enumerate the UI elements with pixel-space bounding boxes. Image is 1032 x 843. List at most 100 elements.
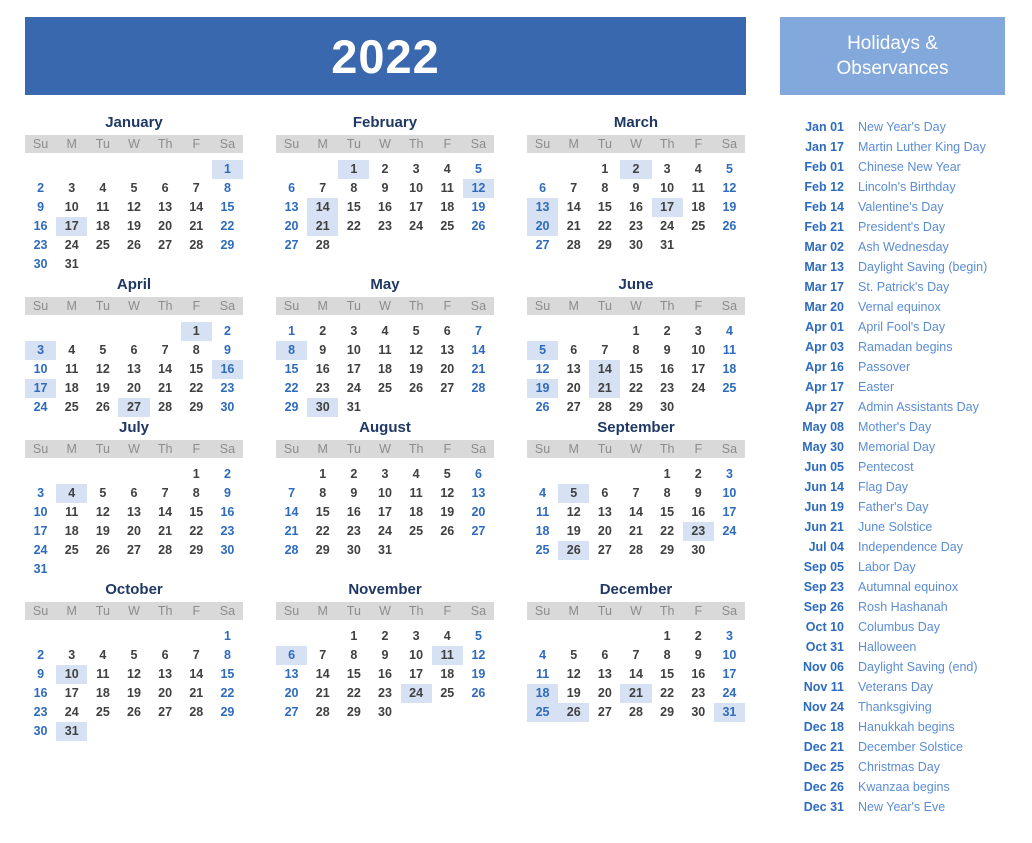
day-cell[interactable]: 5 [463,160,494,179]
day-cell[interactable]: 28 [181,236,212,255]
day-cell[interactable]: 10 [401,646,432,665]
day-cell[interactable]: 16 [683,503,714,522]
day-cell[interactable]: 14 [150,503,181,522]
day-cell[interactable]: 15 [181,503,212,522]
day-cell-holiday[interactable]: 11 [431,646,463,665]
day-cell[interactable]: 30 [212,541,243,560]
day-cell[interactable]: 12 [714,179,745,198]
day-cell[interactable]: 22 [212,684,243,703]
holiday-row[interactable]: Apr 27 Admin Assistants Day [792,400,1005,420]
day-cell[interactable]: 3 [714,627,745,646]
day-cell[interactable]: 26 [527,398,558,417]
holiday-row[interactable]: Jun 21 June Solstice [792,520,1005,540]
day-cell[interactable]: 24 [683,379,714,398]
day-cell[interactable]: 18 [527,522,558,541]
day-cell[interactable]: 10 [25,503,56,522]
day-cell-holiday[interactable]: 1 [338,160,370,179]
day-cell[interactable]: 27 [150,703,181,722]
day-cell[interactable]: 29 [212,236,243,255]
day-cell[interactable]: 27 [276,703,307,722]
day-cell[interactable]: 11 [683,179,714,198]
day-cell[interactable]: 28 [558,236,589,255]
day-cell[interactable]: 29 [652,703,683,722]
day-cell[interactable]: 13 [276,198,307,217]
day-cell[interactable]: 12 [558,665,589,684]
day-cell[interactable]: 5 [432,465,463,484]
day-cell-holiday[interactable]: 4 [56,484,88,503]
holiday-row[interactable]: Dec 31 New Year's Eve [792,800,1005,820]
day-cell[interactable]: 30 [369,703,400,722]
day-cell[interactable]: 18 [56,379,87,398]
day-cell[interactable]: 25 [87,703,118,722]
day-cell[interactable]: 27 [118,541,149,560]
day-cell[interactable]: 23 [620,217,651,236]
day-cell-holiday[interactable]: 14 [589,360,621,379]
day-cell[interactable]: 4 [432,160,463,179]
day-cell[interactable]: 25 [432,684,463,703]
day-cell[interactable]: 16 [212,503,243,522]
day-cell[interactable]: 21 [307,684,338,703]
holiday-row[interactable]: Nov 24 Thanksgiving [792,700,1005,720]
day-cell[interactable]: 9 [25,665,56,684]
day-cell[interactable]: 28 [307,703,338,722]
day-cell[interactable]: 7 [463,322,494,341]
day-cell[interactable]: 8 [589,179,620,198]
day-cell[interactable]: 6 [527,179,558,198]
day-cell[interactable]: 1 [276,322,307,341]
day-cell-holiday[interactable]: 6 [276,646,308,665]
day-cell[interactable]: 6 [558,341,589,360]
day-cell[interactable]: 2 [25,179,56,198]
day-cell[interactable]: 6 [432,322,463,341]
holiday-row[interactable]: Mar 20 Vernal equinox [792,300,1005,320]
day-cell[interactable]: 3 [652,160,683,179]
day-cell[interactable]: 4 [432,627,463,646]
day-cell[interactable]: 15 [181,360,212,379]
day-cell[interactable]: 21 [620,522,651,541]
day-cell[interactable]: 3 [683,322,714,341]
day-cell[interactable]: 22 [338,684,369,703]
holiday-row[interactable]: Oct 31 Halloween [792,640,1005,660]
day-cell[interactable]: 16 [652,360,683,379]
day-cell[interactable]: 23 [212,379,243,398]
day-cell[interactable]: 7 [307,179,338,198]
day-cell[interactable]: 21 [558,217,589,236]
day-cell[interactable]: 7 [276,484,307,503]
day-cell[interactable]: 2 [307,322,338,341]
day-cell[interactable]: 5 [118,179,149,198]
day-cell-holiday[interactable]: 24 [400,684,432,703]
day-cell[interactable]: 13 [558,360,589,379]
day-cell-holiday[interactable]: 17 [56,217,88,236]
day-cell-holiday[interactable]: 17 [651,198,683,217]
day-cell[interactable]: 3 [25,484,56,503]
day-cell[interactable]: 20 [150,217,181,236]
day-cell[interactable]: 29 [338,703,369,722]
day-cell[interactable]: 12 [401,341,432,360]
day-cell[interactable]: 23 [683,684,714,703]
holiday-row[interactable]: Apr 03 Ramadan begins [792,340,1005,360]
day-cell[interactable]: 11 [369,341,400,360]
day-cell[interactable]: 17 [25,522,56,541]
day-cell[interactable]: 3 [714,465,745,484]
day-cell[interactable]: 6 [463,465,494,484]
day-cell[interactable]: 4 [87,179,118,198]
day-cell[interactable]: 15 [338,198,369,217]
day-cell[interactable]: 10 [714,484,745,503]
day-cell-holiday[interactable]: 30 [307,398,339,417]
day-cell[interactable]: 11 [527,665,558,684]
day-cell[interactable]: 4 [369,322,400,341]
day-cell[interactable]: 13 [150,665,181,684]
day-cell[interactable]: 28 [620,703,651,722]
day-cell[interactable]: 14 [181,665,212,684]
day-cell[interactable]: 2 [25,646,56,665]
day-cell[interactable]: 8 [212,179,243,198]
day-cell[interactable]: 4 [527,646,558,665]
day-cell[interactable]: 2 [683,627,714,646]
day-cell[interactable]: 19 [558,522,589,541]
day-cell[interactable]: 2 [683,465,714,484]
day-cell[interactable]: 20 [432,360,463,379]
day-cell[interactable]: 20 [558,379,589,398]
day-cell[interactable]: 22 [620,379,651,398]
holiday-row[interactable]: Apr 16 Passover [792,360,1005,380]
day-cell[interactable]: 27 [150,236,181,255]
day-cell[interactable]: 31 [56,255,87,274]
